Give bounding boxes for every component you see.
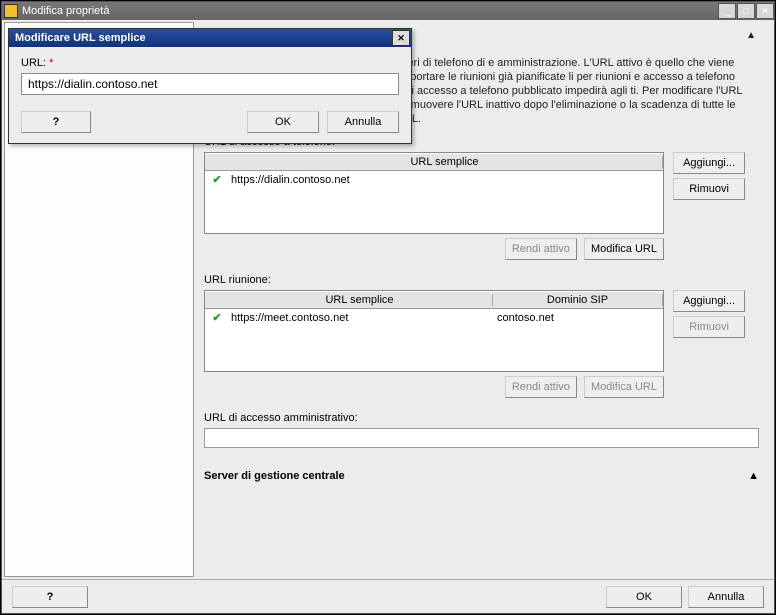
main-help-button[interactable]: ? <box>12 586 88 608</box>
meeting-sip-cell: contoso.net <box>493 312 663 324</box>
url-field-label: URL: * <box>21 57 399 69</box>
main-title: Modifica proprietà <box>22 5 717 17</box>
central-server-header[interactable]: Server di gestione centrale ▲ <box>204 470 759 482</box>
main-footer: ? OK Annulla <box>2 579 774 613</box>
dialog-close-button[interactable]: ✕ <box>392 30 410 46</box>
meeting-table: URL semplice Dominio SIP ✔ https://meet.… <box>204 290 664 372</box>
url-input[interactable] <box>21 73 399 95</box>
dialin-table: URL semplice ✔ https://dialin.contoso.ne… <box>204 152 664 234</box>
app-icon <box>4 4 18 18</box>
meeting-label: URL riunione: <box>204 274 760 286</box>
dialin-header-url: URL semplice <box>227 156 663 168</box>
dialog-ok-button[interactable]: OK <box>247 111 319 133</box>
meeting-remove-button: Rimuovi <box>673 316 745 338</box>
central-server-label: Server di gestione centrale <box>204 470 345 482</box>
dialog-cancel-button[interactable]: Annulla <box>327 111 399 133</box>
window-controls: _ □ ✕ <box>717 3 774 19</box>
main-ok-button[interactable]: OK <box>606 586 682 608</box>
minimize-button[interactable]: _ <box>718 3 736 19</box>
meeting-header-sip: Dominio SIP <box>493 294 663 306</box>
check-icon: ✔ <box>209 311 225 325</box>
admin-url-input[interactable] <box>204 428 759 448</box>
main-cancel-button[interactable]: Annulla <box>688 586 764 608</box>
collapse-up-icon: ▲ <box>748 470 759 482</box>
main-titlebar: Modifica proprietà _ □ ✕ <box>2 2 774 20</box>
dialog-help-button[interactable]: ? <box>21 111 91 133</box>
dialin-remove-button[interactable]: Rimuovi <box>673 178 745 200</box>
edit-url-dialog: Modificare URL semplice ✕ URL: * ? OK An… <box>8 28 412 144</box>
dialog-titlebar: Modificare URL semplice ✕ <box>9 29 411 47</box>
meeting-make-active-button: Rendi attivo <box>505 376 577 398</box>
required-indicator: * <box>49 57 53 69</box>
admin-label: URL di accesso amministrativo: <box>204 412 760 424</box>
dialin-make-active-button: Rendi attivo <box>505 238 577 260</box>
dialin-edit-url-button[interactable]: Modifica URL <box>584 238 664 260</box>
maximize-button[interactable]: □ <box>737 3 755 19</box>
meeting-edit-url-button: Modifica URL <box>584 376 664 398</box>
dialin-url-cell: https://dialin.contoso.net <box>227 174 663 186</box>
meeting-url-cell: https://meet.contoso.net <box>227 312 493 324</box>
meeting-add-button[interactable]: Aggiungi... <box>673 290 745 312</box>
check-icon: ✔ <box>209 173 225 187</box>
dialin-add-button[interactable]: Aggiungi... <box>673 152 745 174</box>
table-row[interactable]: ✔ https://meet.contoso.net contoso.net <box>205 309 663 327</box>
close-button[interactable]: ✕ <box>756 3 774 19</box>
table-row[interactable]: ✔ https://dialin.contoso.net <box>205 171 663 189</box>
meeting-header-url: URL semplice <box>227 294 493 306</box>
collapse-up-icon[interactable]: ▲ <box>746 30 756 41</box>
dialog-title: Modificare URL semplice <box>15 32 146 44</box>
